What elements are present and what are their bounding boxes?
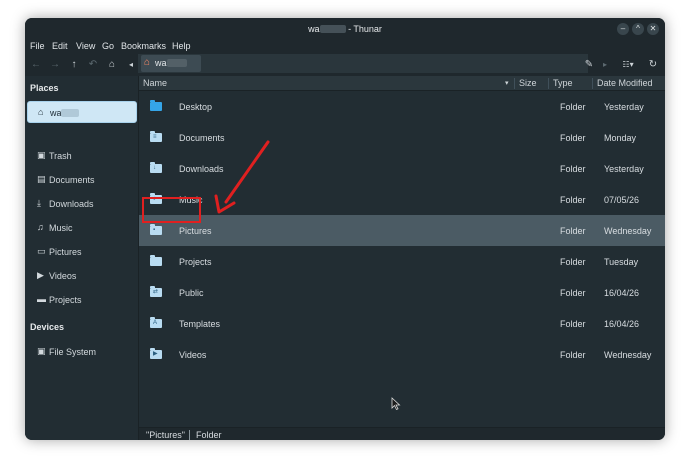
mouse-pointer-icon <box>391 397 401 411</box>
annotation-arrow <box>214 140 270 214</box>
